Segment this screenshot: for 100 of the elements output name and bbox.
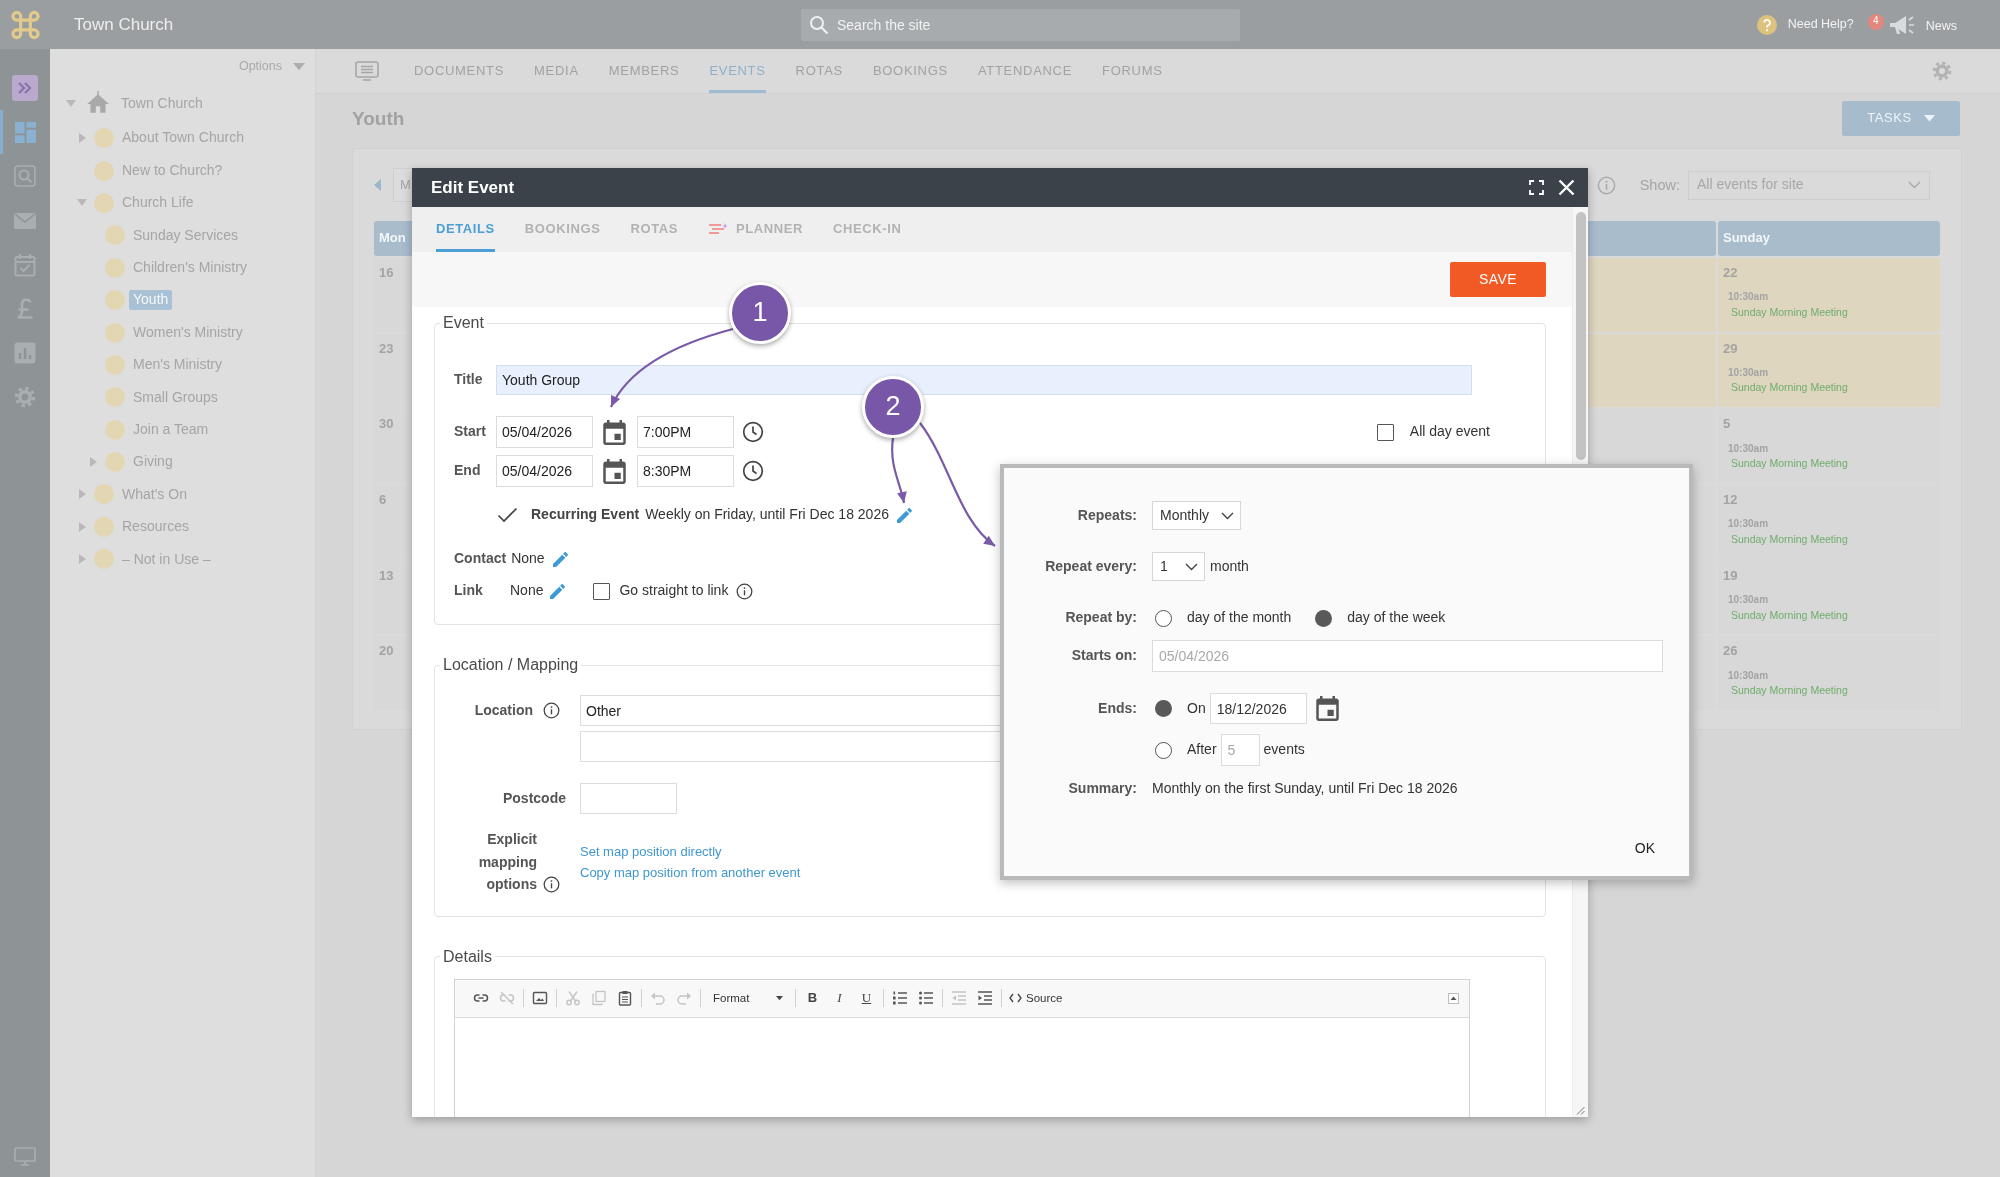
chevron-down-icon[interactable]: [1221, 511, 1234, 520]
interval-select[interactable]: 1: [1152, 552, 1205, 581]
pencil-icon[interactable]: [550, 583, 566, 599]
bold-button[interactable]: B: [801, 986, 824, 1010]
tree-item[interactable]: Children's Ministry: [129, 258, 251, 278]
indent-icon[interactable]: [977, 990, 993, 1006]
tree-item[interactable]: Giving: [129, 452, 177, 472]
radio-button[interactable]: [1315, 609, 1333, 627]
info-icon[interactable]: [543, 875, 560, 893]
clock-icon[interactable]: [742, 421, 764, 443]
collapse-icon[interactable]: [1448, 992, 1459, 1004]
clipboard-icon[interactable]: [617, 990, 633, 1006]
bullet-list-icon[interactable]: [918, 990, 934, 1006]
tree-item[interactable]: Sunday Services: [129, 225, 243, 246]
event-link[interactable]: Sunday Morning Meeting: [1731, 532, 1848, 546]
nav-tab[interactable]: BOOKINGS: [872, 49, 948, 93]
event-link[interactable]: Sunday Morning Meeting: [1731, 608, 1848, 622]
dialog-tab[interactable]: ROTAS: [630, 207, 678, 252]
tree-item[interactable]: Women's Ministry: [129, 322, 247, 343]
format-dropdown[interactable]: Format: [707, 986, 789, 1010]
search-icon[interactable]: [809, 14, 829, 35]
expand-arrow-icon[interactable]: [78, 489, 86, 500]
tree-item[interactable]: Resources: [118, 517, 193, 537]
close-icon[interactable]: [1558, 179, 1575, 196]
search-icon[interactable]: [14, 165, 36, 188]
time-field[interactable]: 7:00PM: [637, 416, 734, 448]
event-link[interactable]: Sunday Morning Meeting: [1731, 381, 1848, 395]
news-link[interactable]: News: [1925, 19, 1957, 35]
nav-tab[interactable]: MEMBERS: [608, 49, 680, 93]
end-date-field[interactable]: 18/12/2026: [1209, 693, 1307, 724]
expand-arrow-icon[interactable]: [78, 521, 86, 532]
help-link[interactable]: Need Help?: [1787, 16, 1854, 33]
settings-icon[interactable]: [1931, 60, 1953, 82]
tree-item[interactable]: Town Church: [117, 93, 207, 114]
calendar-icon[interactable]: [603, 458, 626, 484]
italic-button[interactable]: I: [828, 986, 851, 1010]
radio-button[interactable]: [1155, 609, 1172, 627]
date-field[interactable]: 05/04/2026: [496, 416, 593, 448]
underline-button[interactable]: U: [855, 986, 878, 1010]
tree-item[interactable]: Small Groups: [129, 387, 222, 408]
nav-tab[interactable]: ROTAS: [795, 49, 843, 93]
envelope-icon[interactable]: [13, 211, 37, 230]
chevron-down-icon[interactable]: [1185, 562, 1198, 571]
tree-item[interactable]: Join a Team: [129, 419, 213, 440]
resize-grip-icon[interactable]: [1576, 1106, 1585, 1115]
expand-arrow-icon[interactable]: [78, 133, 86, 144]
chevrons-tile-icon[interactable]: [12, 75, 38, 102]
date-field[interactable]: 05/04/2026: [496, 455, 593, 487]
gear-icon[interactable]: [13, 385, 37, 410]
nav-tab[interactable]: MEDIA: [534, 49, 579, 93]
tree-item[interactable]: Youth: [129, 290, 173, 310]
event-link[interactable]: Sunday Morning Meeting: [1731, 457, 1848, 471]
expand-arrow-icon[interactable]: [78, 554, 86, 565]
checkbox[interactable]: [497, 507, 518, 523]
save-button[interactable]: SAVE: [1450, 262, 1546, 297]
tree-item[interactable]: What's On: [118, 484, 191, 505]
fullscreen-icon[interactable]: [1529, 180, 1544, 195]
calendar-icon[interactable]: [1315, 696, 1339, 721]
pound-icon[interactable]: [15, 297, 35, 322]
collapse-arrow-icon[interactable]: [66, 100, 76, 107]
monitor-icon[interactable]: [14, 1146, 36, 1166]
previous-arrow-icon[interactable]: [374, 179, 381, 191]
source-button[interactable]: Source: [1005, 986, 1067, 1010]
info-icon[interactable]: [736, 582, 754, 600]
logo-icon[interactable]: [9, 8, 41, 41]
event-link[interactable]: Sunday Morning Meeting: [1731, 305, 1848, 319]
event-link[interactable]: Sunday Morning Meeting: [1731, 684, 1848, 698]
title-field[interactable]: Youth Group: [496, 365, 1472, 395]
pencil-icon[interactable]: [896, 507, 912, 523]
nav-tab[interactable]: EVENTS: [709, 49, 766, 93]
scrollbar-thumb[interactable]: [1575, 212, 1586, 460]
tree-item[interactable]: Church Life: [118, 193, 198, 213]
image-icon[interactable]: [532, 990, 548, 1006]
striped-lines-icon[interactable]: [708, 222, 728, 237]
map-link[interactable]: Copy map position from another event: [580, 861, 801, 883]
location-field[interactable]: Other: [580, 695, 1002, 726]
calendar-icon[interactable]: [603, 419, 626, 445]
time-field[interactable]: 8:30PM: [637, 455, 734, 487]
dialog-tab[interactable]: CHECK-IN: [833, 207, 902, 252]
search-field[interactable]: Search the site: [801, 8, 1240, 41]
ok-button[interactable]: OK: [1634, 840, 1655, 858]
screen-list-icon[interactable]: [355, 61, 379, 81]
map-link[interactable]: Set map position directly: [580, 840, 722, 862]
calendar-check-icon[interactable]: [14, 252, 36, 277]
caret-down-icon[interactable]: [776, 995, 783, 1001]
tree-item[interactable]: Men's Ministry: [129, 355, 227, 375]
nav-tab[interactable]: ATTENDANCE: [977, 49, 1073, 93]
tree-item[interactable]: – Not in Use –: [118, 549, 215, 569]
checkbox[interactable]: [593, 582, 611, 600]
pencil-icon[interactable]: [552, 551, 568, 567]
dialog-tab[interactable]: BOOKINGS: [524, 207, 601, 252]
rich-text-editor[interactable]: Format B I U Source: [454, 978, 1470, 1117]
numbered-list-icon[interactable]: [892, 990, 908, 1006]
nav-tab[interactable]: DOCUMENTS: [414, 49, 505, 93]
tree-item[interactable]: About Town Church: [118, 128, 248, 148]
code-icon[interactable]: [1009, 993, 1022, 1003]
site-name[interactable]: Town Church: [74, 13, 174, 36]
postcode-field[interactable]: [580, 783, 677, 814]
tasks-button[interactable]: TASKS: [1842, 101, 1960, 136]
clock-icon[interactable]: [742, 460, 764, 482]
